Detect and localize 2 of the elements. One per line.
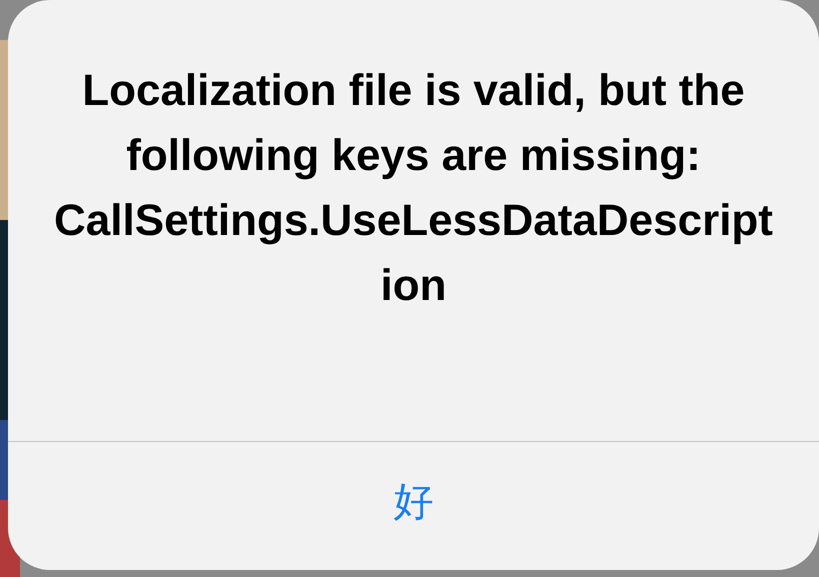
alert-message: Localization file is valid, but the following keys are missing: CallSettings.UseLessDataDescription <box>8 0 819 442</box>
ok-button[interactable]: 好 <box>8 442 819 570</box>
